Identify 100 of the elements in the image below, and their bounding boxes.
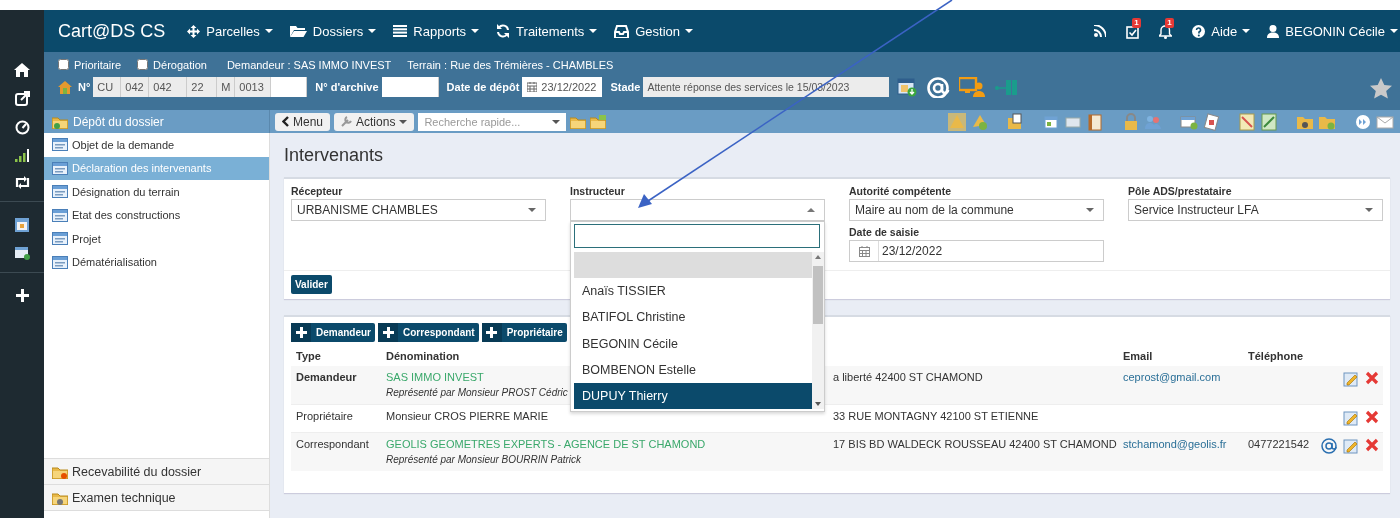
edit-icon[interactable]	[1343, 438, 1359, 454]
checkbox-label: Prioritaire	[74, 58, 122, 71]
sidebar-item[interactable]: Désignation du terrain	[44, 180, 269, 204]
table-cell-text: Correspondant	[295, 438, 370, 450]
dropdown-option[interactable]: BEGONIN Cécile	[574, 330, 812, 357]
add-icon[interactable]	[15, 289, 29, 302]
form-icon	[52, 185, 68, 199]
table-cell-text: Demandeur	[295, 371, 358, 383]
select-field[interactable]: Service Instructeur LFA	[1128, 199, 1383, 221]
sidebar-item[interactable]: Projet	[44, 227, 269, 251]
select-field[interactable]: URBANISME CHAMBLES	[291, 199, 546, 221]
form-export-icon[interactable]	[897, 77, 918, 97]
task-icon[interactable]	[1126, 23, 1140, 39]
field-value: Service Instructeur LFA	[1134, 203, 1259, 217]
plus-icon	[295, 327, 307, 338]
dropdown-option[interactable]: BOMBENON Estelle	[574, 356, 812, 383]
menu-button[interactable]: Traitements	[496, 23, 598, 39]
arrow-up-icon	[815, 255, 821, 259]
menu-button[interactable]: Dossiers	[289, 23, 377, 39]
menu-button[interactable]: Rapports	[393, 23, 480, 39]
help-icon	[1192, 24, 1206, 38]
book-icon[interactable]	[1086, 112, 1104, 131]
number-field[interactable]: CU	[93, 77, 122, 97]
select-field[interactable]: Maire au nom de la commune	[849, 199, 1104, 221]
date-field[interactable]: 23/12/2022	[849, 240, 1104, 262]
submit-button[interactable]: Valider	[291, 275, 332, 294]
menu-button[interactable]: Gestion	[614, 23, 694, 39]
add-button[interactable]: Propriétaire	[481, 323, 567, 342]
number-field[interactable]	[271, 77, 308, 97]
checkbox-label: Dérogation	[153, 58, 207, 71]
arrow-down-icon	[815, 402, 821, 407]
checkbox[interactable]	[58, 59, 69, 70]
field-value: 23/12/2022	[882, 244, 943, 258]
email-icon[interactable]	[1321, 438, 1337, 454]
column-header: Dénomination	[385, 350, 461, 362]
delete-icon[interactable]	[1365, 371, 1379, 385]
gauge-icon[interactable]	[14, 120, 30, 135]
folder-icon	[590, 114, 607, 129]
checkbox[interactable]	[137, 59, 149, 70]
edit-icon[interactable]	[1343, 410, 1359, 426]
date-field[interactable]: 23/12/2022	[522, 77, 603, 97]
forward-icon[interactable]	[1354, 112, 1372, 131]
signal-bars-icon[interactable]	[15, 149, 29, 162]
search-field[interactable]	[574, 224, 820, 248]
actions-button[interactable]: Actions	[334, 112, 415, 131]
scrollbar[interactable]	[812, 252, 824, 410]
email-link[interactable]: ceprost@gmail.com	[1118, 371, 1243, 383]
number-field[interactable]: 042	[121, 77, 150, 97]
lock-icon[interactable]	[1122, 112, 1140, 131]
home-icon[interactable]	[14, 62, 30, 77]
delete-icon[interactable]	[1365, 438, 1379, 452]
star-icon[interactable]	[1370, 78, 1392, 99]
chevron-left-icon	[282, 116, 289, 127]
archive-field[interactable]	[381, 77, 439, 97]
share-icon[interactable]	[14, 91, 30, 106]
sidebar-section[interactable]: Recevabilité du dossier	[44, 458, 269, 484]
representative-text: Représenté par Monsieur BOURRIN Patrick	[386, 454, 582, 465]
select-field[interactable]	[570, 199, 825, 221]
number-field[interactable]: M	[217, 77, 236, 97]
form-icon	[52, 232, 68, 246]
add-button[interactable]: Correspondant	[378, 323, 479, 342]
monitor-user-icon[interactable]	[959, 77, 986, 97]
table-cell-text: a liberté 42400 ST CHAMOND	[832, 371, 984, 383]
field-label: Autorité compétente	[849, 185, 953, 197]
list-icon	[393, 25, 408, 37]
sidebar-item[interactable]: Dématérialisation	[44, 250, 269, 274]
table-cell-text: 0477221542	[1247, 438, 1311, 450]
dropdown-option[interactable]: DUPUY Thierry	[574, 382, 812, 410]
user-icon	[1267, 24, 1280, 38]
house-icon	[58, 80, 72, 94]
dropdown-option[interactable]: Anaïs TISSIER	[574, 278, 812, 305]
delete-icon[interactable]	[1365, 410, 1379, 424]
number-field[interactable]: 0013	[235, 77, 272, 97]
number-field[interactable]: 042	[149, 77, 188, 97]
email-link[interactable]: stchamond@geolis.fr	[1118, 438, 1243, 450]
sidebar-section[interactable]: Examen technique	[44, 484, 269, 511]
menu-button[interactable]: Parcelles	[187, 23, 273, 39]
number-field[interactable]: 22	[187, 77, 218, 97]
user-menu[interactable]: BEGONIN Cécile	[1267, 23, 1398, 39]
edit-icon[interactable]	[1343, 371, 1359, 387]
field-label: Récepteur	[291, 185, 344, 197]
help-menu[interactable]: Aide	[1192, 23, 1251, 39]
add-button[interactable]: Demandeur	[291, 323, 375, 342]
menu-button[interactable]: Menu	[275, 112, 331, 131]
clipboard-icon[interactable]	[1006, 112, 1024, 131]
field-label: Date de saisie	[849, 226, 921, 238]
repeat-icon[interactable]	[13, 176, 31, 189]
dropdown-option[interactable]: BATIFOL Christine	[574, 304, 812, 331]
sidebar-title: Dépôt du dossier	[73, 114, 164, 129]
column-header: Téléphone	[1247, 350, 1304, 362]
table-cell-text: 33 RUE MONTAGNY 42100 ST ETIENNE	[832, 410, 1040, 422]
inbox-icon	[614, 24, 630, 38]
window-add-icon[interactable]	[14, 246, 30, 260]
sidebar-item[interactable]: Etat des constructions	[44, 203, 269, 227]
app-title[interactable]: Cart@DS CS	[58, 20, 166, 42]
table-cell: Monsieur CROS PIERRE MARIE	[386, 410, 548, 422]
sidebar-item[interactable]: Objet de la demande	[44, 133, 269, 157]
document-icon[interactable]	[1202, 112, 1220, 131]
table-cell-text: Propriétaire	[295, 410, 354, 422]
rss-icon[interactable]	[1094, 25, 1107, 37]
